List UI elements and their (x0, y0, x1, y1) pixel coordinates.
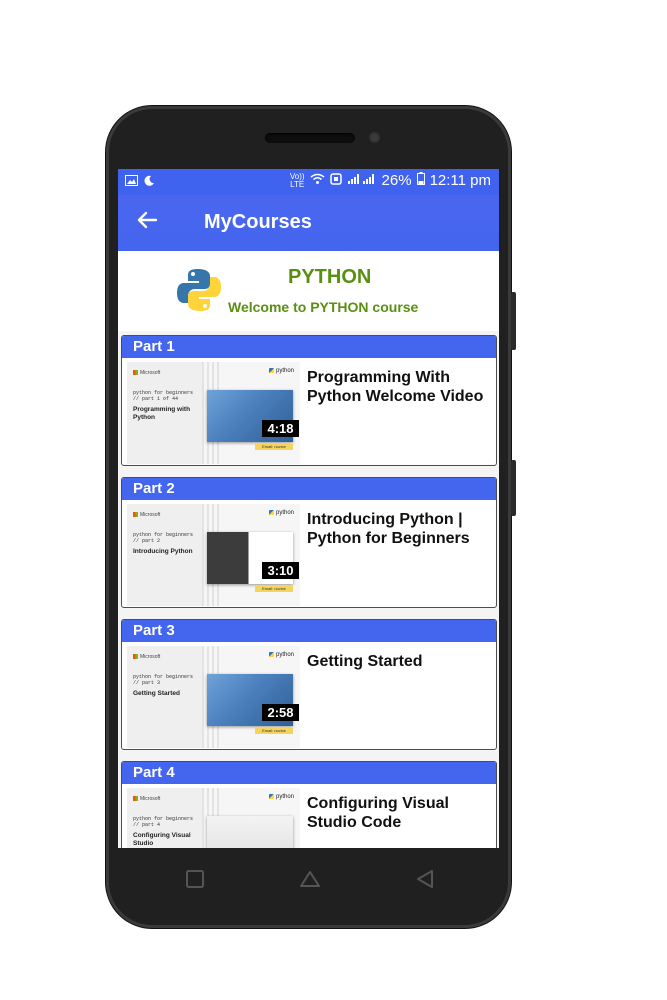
thumb-brand: Microsoft (133, 370, 160, 376)
battery-icon (416, 172, 425, 189)
home-icon[interactable] (299, 868, 321, 890)
app-bar: MyCourses (118, 195, 499, 251)
back-arrow-icon[interactable] (136, 209, 158, 236)
recent-apps-icon[interactable] (184, 868, 206, 890)
thumb-title: Introducing Python (133, 548, 193, 555)
part-label: Part 2 (122, 478, 496, 500)
video-thumbnail[interactable]: Microsoft python for beginners// part 1 … (127, 362, 300, 464)
thumb-brand: Microsoft (133, 654, 160, 660)
video-title[interactable]: Getting Started (307, 652, 491, 671)
gallery-icon (125, 174, 138, 189)
thumb-brand: Microsoft (133, 512, 160, 518)
part-label: Part 1 (122, 336, 496, 358)
thumb-brand: Microsoft (133, 796, 160, 802)
thumb-tag: Email: novice (255, 728, 293, 734)
part-card-4[interactable]: Part 4 Microsoft python for beginners// … (121, 761, 497, 848)
video-thumbnail[interactable]: Microsoft python for beginners// part 2 … (127, 504, 300, 606)
system-nav-bar (118, 848, 499, 910)
thumb-title: Configuring Visual Studio (133, 832, 191, 847)
thumb-tag: Email: novice (255, 586, 293, 592)
signal-icon (347, 172, 377, 189)
video-duration: 2:58 (262, 704, 299, 721)
part-card-3[interactable]: Part 3 Microsoft python for beginners// … (121, 619, 497, 750)
phone-power-button (511, 292, 516, 350)
thumb-still (207, 816, 293, 848)
thumb-tag: Email: novice (255, 444, 293, 450)
part-label: Part 4 (122, 762, 496, 784)
python-logo-icon (176, 267, 222, 313)
video-duration: 3:10 (262, 562, 299, 579)
front-camera (368, 131, 381, 144)
course-header: PYTHON Welcome to PYTHON course (118, 251, 499, 331)
thumb-python-mark: python (269, 368, 294, 374)
thumb-python-mark: python (269, 510, 294, 516)
battery-percent: 26% (381, 172, 412, 189)
thumb-series: python for beginners// part 2 (133, 532, 194, 544)
part-label: Part 3 (122, 620, 496, 642)
video-thumbnail[interactable]: Microsoft python for beginners// part 3 … (127, 646, 300, 748)
thumb-series: python for beginners// part 3 (133, 674, 194, 686)
earpiece-speaker (265, 133, 355, 143)
course-welcome: Welcome to PYTHON course (228, 299, 419, 315)
thumb-python-mark: python (269, 794, 294, 800)
video-title[interactable]: Introducing Python | Python for Beginner… (307, 510, 491, 548)
back-icon[interactable] (414, 868, 436, 890)
thumb-python-mark: python (269, 652, 294, 658)
clock: 12:11 pm (429, 172, 491, 189)
video-title[interactable]: Programming With Python Welcome Video (307, 368, 491, 406)
status-bar: Vo)) LTE 26% 12:11 pm (118, 169, 499, 195)
parts-list[interactable]: Part 1 Microsoft python for beginners// … (118, 331, 499, 848)
thumb-title: Getting Started (133, 690, 180, 697)
video-title[interactable]: Configuring Visual Studio Code (307, 794, 491, 832)
video-duration: 4:18 (262, 420, 299, 437)
moon-icon (144, 174, 155, 189)
thumb-series: python for beginners// part 4 (133, 816, 194, 828)
thumb-series: python for beginners// part 1 of 44 (133, 390, 194, 402)
course-name: PYTHON (288, 266, 372, 288)
wifi-icon (310, 172, 325, 189)
part-card-1[interactable]: Part 1 Microsoft python for beginners// … (121, 335, 497, 466)
thumb-title: Programming with Python (133, 406, 191, 421)
screen: Vo)) LTE 26% 12:11 pm MyCourses PYTHON W… (118, 169, 499, 848)
phone-volume-button (511, 460, 516, 516)
page-title: MyCourses (204, 211, 312, 233)
data-saver-icon (329, 172, 342, 189)
volte-indicator: Vo)) LTE (289, 171, 305, 189)
video-thumbnail[interactable]: Microsoft python for beginners// part 4 … (127, 788, 300, 848)
part-card-2[interactable]: Part 2 Microsoft python for beginners// … (121, 477, 497, 608)
